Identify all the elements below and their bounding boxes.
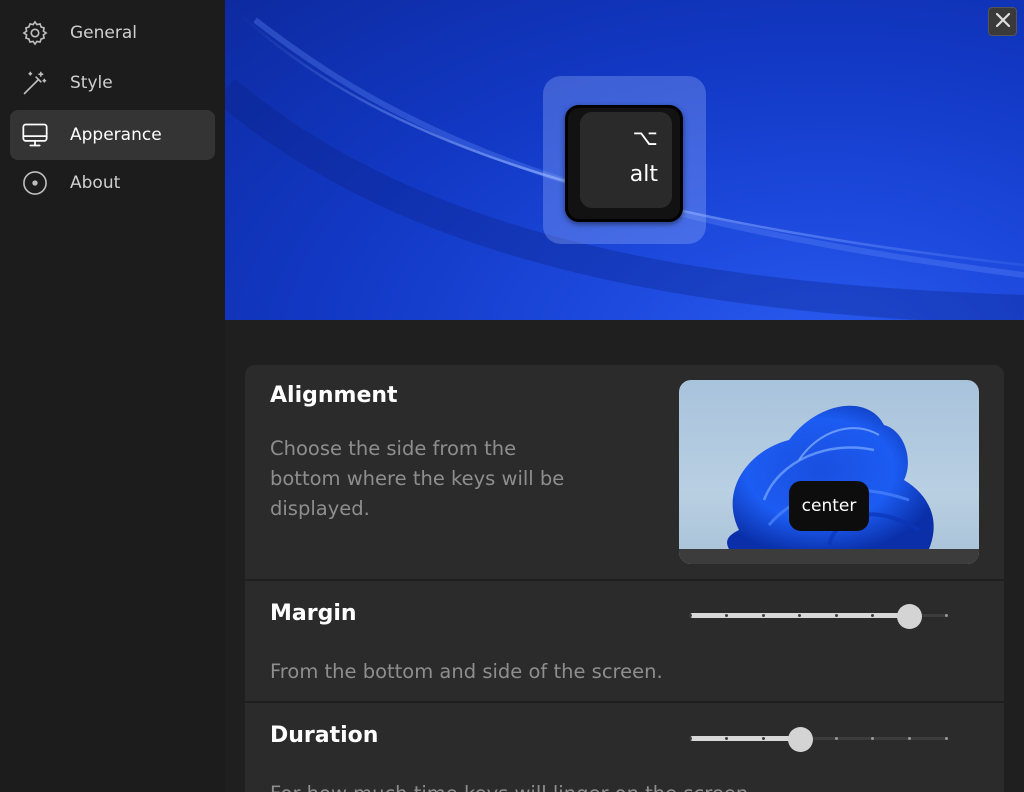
alignment-preview[interactable]: center [679, 380, 979, 564]
slider-fill [690, 736, 800, 741]
alignment-position-badge: center [789, 481, 869, 531]
slider-tick [944, 614, 948, 617]
slider-thumb[interactable] [897, 604, 923, 629]
close-icon [995, 12, 1011, 32]
slider-tick [944, 737, 948, 740]
wallpaper-bloom-image [727, 405, 934, 549]
slider-tick [688, 737, 692, 740]
disc-icon [20, 168, 50, 198]
margin-slider[interactable] [688, 604, 948, 629]
preview-taskbar [679, 549, 979, 564]
sidebar-item-general[interactable]: General [10, 8, 215, 58]
close-button[interactable] [988, 7, 1017, 36]
sidebar-item-appearance[interactable]: Apperance [10, 110, 215, 160]
slider-tick [688, 614, 692, 617]
sidebar-item-label: About [70, 173, 121, 193]
keycap-label: alt [629, 162, 658, 187]
sidebar-item-label: Style [70, 73, 113, 93]
slider-tick [834, 737, 838, 740]
duration-description: For how much time keys will linger on th… [270, 779, 754, 792]
margin-setting-card: Margin From the bottom and side of the s… [245, 581, 1004, 701]
keycap-top: ⌥ alt [580, 112, 672, 208]
margin-description: From the bottom and side of the screen. [270, 660, 663, 683]
slider-tick [907, 737, 911, 740]
sidebar-item-label: Apperance [70, 125, 162, 145]
option-key-symbol: ⌥ [632, 126, 658, 151]
duration-title: Duration [270, 723, 379, 748]
sidebar-item-label: General [70, 23, 137, 43]
margin-title: Margin [270, 601, 357, 626]
monitor-icon [20, 120, 50, 150]
app-window: General Style Apperance About ⌥ alt Alig… [0, 0, 1024, 792]
duration-slider[interactable] [688, 727, 948, 752]
slider-tick [761, 614, 765, 617]
alignment-title: Alignment [270, 383, 398, 408]
slider-tick [761, 737, 765, 740]
sidebar-item-style[interactable]: Style [10, 58, 215, 108]
alignment-description: Choose the side from the bottom where th… [270, 437, 565, 520]
sidebar: General Style Apperance About [0, 0, 225, 792]
keycap-preview: ⌥ alt [565, 105, 683, 222]
duration-setting-card: Duration For how much time keys will lin… [245, 703, 1004, 792]
sidebar-item-about[interactable]: About [10, 158, 215, 208]
slider-tick [834, 614, 838, 617]
magic-wand-icon [20, 68, 50, 98]
alignment-setting-card: Alignment Choose the side from the botto… [245, 365, 1004, 579]
gear-icon [20, 18, 50, 48]
slider-thumb[interactable] [787, 727, 813, 752]
